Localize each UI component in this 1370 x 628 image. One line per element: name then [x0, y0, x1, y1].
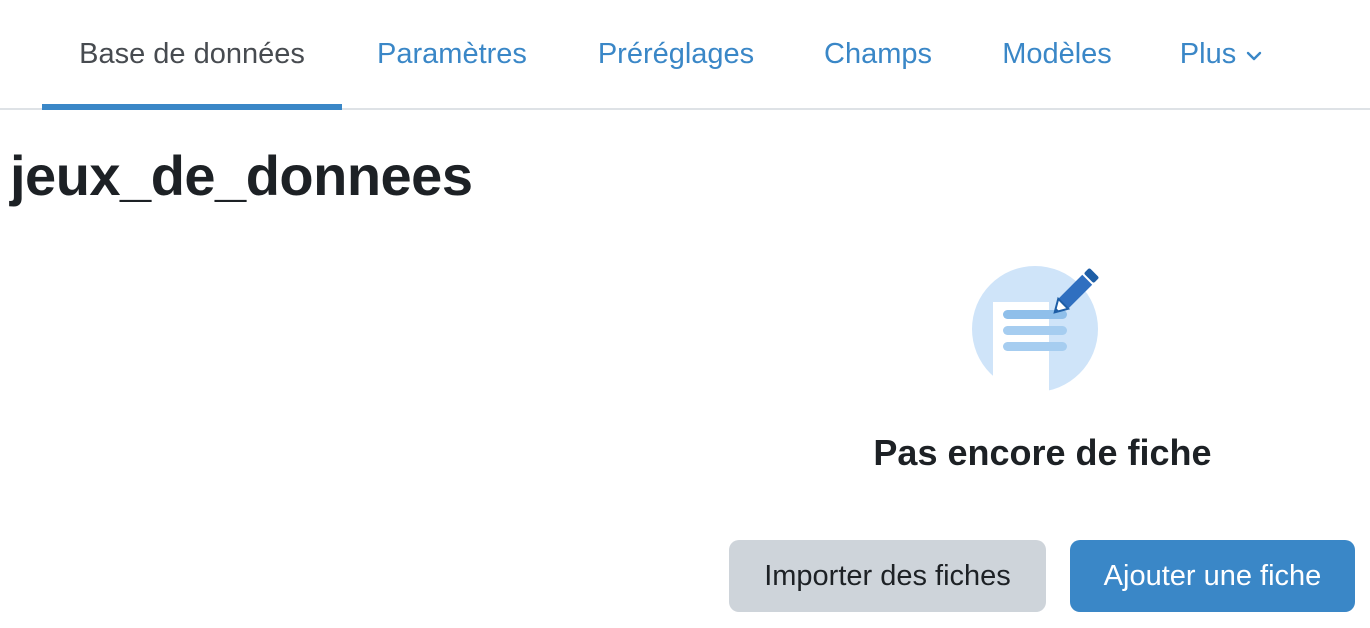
empty-state-message: Pas encore de fiche — [873, 432, 1212, 473]
note-edit-icon — [972, 266, 1099, 392]
tab-database[interactable]: Base de données — [42, 0, 342, 110]
tab-more-dropdown[interactable]: Plus — [1148, 0, 1296, 108]
tab-more-label: Plus — [1179, 37, 1237, 70]
tab-presets-label: Préréglages — [597, 37, 755, 70]
tab-database-label: Base de données — [79, 37, 305, 70]
tab-fields-label: Champs — [824, 37, 932, 70]
page-title: jeux_de_donnees — [10, 144, 473, 207]
tab-fields[interactable]: Champs — [790, 0, 966, 108]
tab-settings[interactable]: Paramètres — [342, 0, 562, 108]
import-entries-button[interactable]: Importer des fiches — [729, 540, 1046, 612]
tab-settings-label: Paramètres — [377, 37, 527, 70]
tab-templates[interactable]: Modèles — [966, 0, 1148, 108]
tab-presets[interactable]: Préréglages — [562, 0, 790, 108]
page: Base de données Paramètres Préréglages C… — [0, 0, 1370, 628]
tab-templates-label: Modèles — [1002, 37, 1112, 70]
secondary-navigation: Base de données Paramètres Préréglages C… — [0, 0, 1370, 110]
add-entry-button[interactable]: Ajouter une fiche — [1070, 540, 1355, 612]
chevron-down-icon — [1247, 51, 1262, 61]
